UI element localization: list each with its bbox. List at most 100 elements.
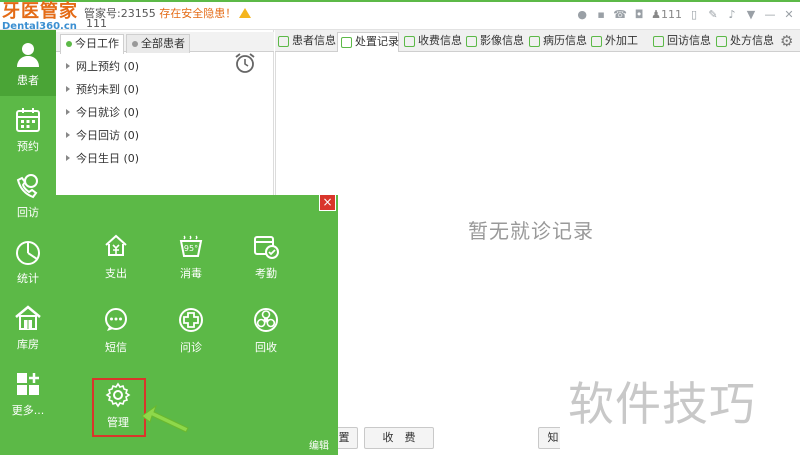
nav-appointments[interactable]: 预约 xyxy=(0,96,56,162)
tab-label: 回访信息 xyxy=(667,34,711,47)
pointer-arrow-icon xyxy=(141,404,189,433)
tab-label: 收费信息 xyxy=(418,34,462,47)
dropdown-icon[interactable]: ▼ xyxy=(744,8,758,22)
menu-item-expense[interactable]: 支出 xyxy=(86,233,146,293)
menu-item-label: 支出 xyxy=(105,267,127,280)
chat-icon[interactable]: ● xyxy=(575,8,589,22)
tab-medical-records[interactable]: 病历信息 xyxy=(526,32,587,52)
tab-patient-info[interactable]: 患者信息 xyxy=(275,32,336,52)
accent-line xyxy=(0,0,800,2)
empty-state-message: 暂无就诊记录 xyxy=(468,219,594,243)
nav-followup[interactable]: 回访 xyxy=(0,162,56,228)
tab-icon xyxy=(278,36,289,47)
more-grid-icon xyxy=(17,373,39,395)
menu-item-label: 考勤 xyxy=(255,267,277,280)
patient-tabs: 今日工作 全部患者 xyxy=(56,32,274,54)
tab-label: 处方信息 xyxy=(730,34,774,47)
nav-patients[interactable]: 患者 xyxy=(0,30,56,96)
nav-warehouse[interactable]: 库房 xyxy=(0,294,56,360)
menu-item-label: 短信 xyxy=(105,341,127,354)
nav-label: 统计 xyxy=(17,272,39,285)
record-tabs: 患者信息 处置记录 收费信息 影像信息 病历信息 外加工 回访信息 处方信息 xyxy=(275,30,800,53)
edit-link[interactable]: 编辑 xyxy=(309,437,329,452)
logo-text: 牙医管家 xyxy=(2,1,78,22)
tab-icon xyxy=(591,36,602,47)
settings-gear-icon[interactable]: ⚙ xyxy=(780,32,798,50)
warning-icon xyxy=(239,8,252,18)
nav-label: 预约 xyxy=(17,140,39,153)
tab-icon xyxy=(653,36,664,47)
tab-followup-info[interactable]: 回访信息 xyxy=(650,32,711,52)
tab-icon xyxy=(716,36,727,47)
tab-imaging-info[interactable]: 影像信息 xyxy=(463,32,524,52)
tab-all-patients[interactable]: 全部患者 xyxy=(126,34,190,53)
menu-item-attendance[interactable]: 考勤 xyxy=(236,233,296,293)
app-logo: 牙医管家 Dental360.cn xyxy=(2,2,80,32)
message-icon[interactable]: ▪ xyxy=(594,8,608,22)
calendar-icon xyxy=(16,108,40,132)
nav-more[interactable]: 更多... xyxy=(0,360,56,426)
tab-icon xyxy=(341,37,352,48)
tab-today-work[interactable]: 今日工作 xyxy=(60,34,124,54)
svg-text:95°: 95° xyxy=(184,244,198,253)
menu-item-label: 回收 xyxy=(255,341,277,354)
tab-label: 影像信息 xyxy=(480,34,524,47)
phone-call-icon xyxy=(16,174,38,199)
consult-icon xyxy=(179,308,203,332)
account-info: 管家号:23155 存在安全隐患！ xyxy=(84,5,252,21)
alarm-clock-icon[interactable] xyxy=(234,52,256,74)
patient-icon xyxy=(17,43,39,67)
tab-outsourcing[interactable]: 外加工 xyxy=(588,32,638,52)
online-user-count: 111 xyxy=(661,8,682,21)
user-icon: ♟ xyxy=(651,8,661,21)
nav-statistics[interactable]: 统计 xyxy=(0,228,56,294)
menu-item-label: 问诊 xyxy=(180,341,202,354)
highlight-box xyxy=(92,378,146,437)
disinfect-icon: 95° xyxy=(179,235,203,257)
nav-label: 库房 xyxy=(17,338,39,351)
phone-icon[interactable]: ☎ xyxy=(613,8,627,22)
menu-item-recycle[interactable]: 回收 xyxy=(236,307,296,367)
tab-billing-info[interactable]: 收费信息 xyxy=(401,32,462,52)
today-work-list: 网上预约 (0) 预约未到 (0) 今日就诊 (0) 今日回访 (0) 今日生日… xyxy=(64,58,139,173)
menu-item-sms[interactable]: 短信 xyxy=(86,307,146,367)
tab-label: 患者信息 xyxy=(292,34,336,47)
nav-label: 更多... xyxy=(11,404,45,417)
tab-icon xyxy=(466,36,477,47)
list-item-today-visits[interactable]: 今日就诊 (0) xyxy=(64,104,139,127)
close-window-icon[interactable]: ✕ xyxy=(782,8,796,22)
pie-chart-icon xyxy=(16,241,40,265)
watermark: 软件技巧 xyxy=(560,340,800,455)
biohazard-icon xyxy=(254,308,278,332)
list-item-missed-appointments[interactable]: 预约未到 (0) xyxy=(64,81,139,104)
nav-label: 回访 xyxy=(17,206,39,219)
tab-icon xyxy=(404,36,415,47)
list-item-today-followups[interactable]: 今日回访 (0) xyxy=(64,127,139,150)
list-item-online-appointments[interactable]: 网上预约 (0) xyxy=(64,58,139,81)
tab-dot-icon xyxy=(66,41,72,47)
lock-icon[interactable]: ◘ xyxy=(632,8,646,22)
menu-item-label: 消毒 xyxy=(180,267,202,280)
tab-label: 病历信息 xyxy=(543,34,587,47)
minimize-icon[interactable]: — xyxy=(763,8,777,22)
list-item-today-birthdays[interactable]: 今日生日 (0) xyxy=(64,150,139,173)
tab-dot-icon xyxy=(132,41,138,47)
left-nav: 患者 预约 回访 统计 库房 更多... xyxy=(0,30,56,455)
tab-label: 全部患者 xyxy=(141,37,185,50)
edit-icon[interactable]: ✎ xyxy=(706,8,720,22)
mobile-icon[interactable]: ▯ xyxy=(687,8,701,22)
tab-icon xyxy=(529,36,540,47)
warehouse-icon xyxy=(15,305,41,330)
online-users[interactable]: ♟111 xyxy=(651,8,682,22)
watermark-text: 软件技巧 xyxy=(568,377,756,431)
charge-button[interactable]: 收 费 xyxy=(364,427,434,449)
close-popup-button[interactable]: × xyxy=(319,194,336,211)
tab-treatment-records[interactable]: 处置记录 xyxy=(337,32,399,53)
account-sub: 111 xyxy=(86,17,107,30)
menu-item-consultation[interactable]: 问诊 xyxy=(161,307,221,367)
tab-label: 外加工 xyxy=(605,34,638,47)
security-warning[interactable]: 存在安全隐患！ xyxy=(159,7,236,20)
bell-icon[interactable]: ♪ xyxy=(725,8,739,22)
tab-prescription-info[interactable]: 处方信息 xyxy=(713,32,774,52)
menu-item-disinfection[interactable]: 95° 消毒 xyxy=(161,233,221,293)
